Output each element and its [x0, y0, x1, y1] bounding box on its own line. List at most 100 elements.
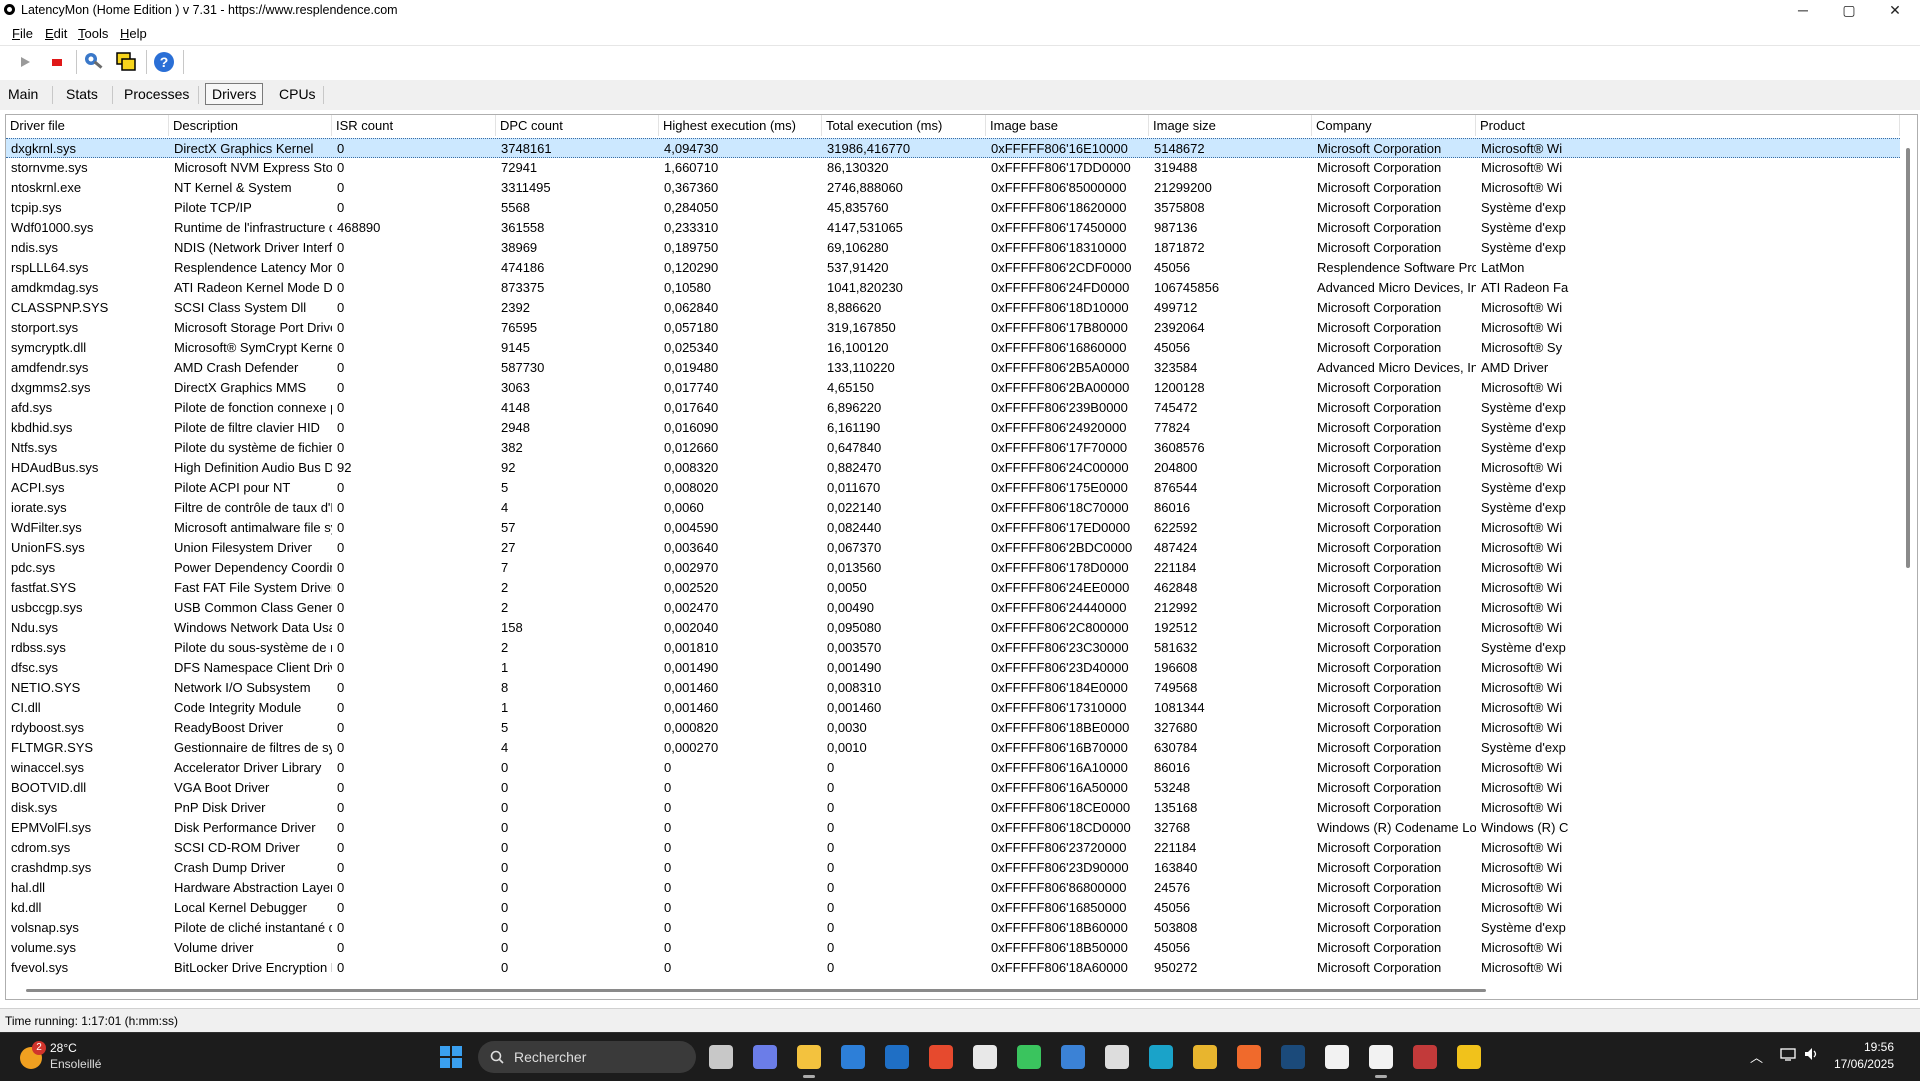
- table-row[interactable]: EPMVolFl.sys Disk Performance Driver 0 0 0 0 0…: [6, 818, 1900, 838]
- menu-help[interactable]: Help: [120, 26, 147, 41]
- table-row[interactable]: Wdf01000.sys Runtime de l'infrastructure …: [6, 218, 1900, 238]
- table-row[interactable]: tcpip.sys Pilote TCP/IP 0 5568 0,284050 45,83…: [6, 198, 1900, 218]
- table-row[interactable]: dfsc.sys DFS Namespace Client Driver 0 1 0,0…: [6, 658, 1900, 678]
- app-x-icon[interactable]: [1457, 1045, 1481, 1069]
- minimize-button[interactable]: ─: [1780, 0, 1826, 22]
- defender-icon[interactable]: [841, 1045, 865, 1069]
- column-header-isr-count[interactable]: ISR count: [332, 115, 496, 136]
- table-row[interactable]: HDAudBus.sys High Definition Audio Bus Dr…: [6, 458, 1900, 478]
- table-body[interactable]: dxgkrnl.sys DirectX Graphics Kernel 0 37481…: [6, 138, 1900, 980]
- column-header-highest-execution[interactable]: Highest execution (ms): [659, 115, 822, 136]
- table-row[interactable]: disk.sys PnP Disk Driver 0 0 0 0 0xFFFFF806'18…: [6, 798, 1900, 818]
- table-row[interactable]: iorate.sys Filtre de contrôle de taux d'E…: [6, 498, 1900, 518]
- table-row[interactable]: BOOTVID.dll VGA Boot Driver 0 0 0 0 0xFFFFF806…: [6, 778, 1900, 798]
- column-header-product[interactable]: Product: [1476, 115, 1900, 136]
- whatsapp-icon[interactable]: [1017, 1045, 1041, 1069]
- column-header-total-execution[interactable]: Total execution (ms): [822, 115, 986, 136]
- table-row[interactable]: usbccgp.sys USB Common Class Generic ... 0…: [6, 598, 1900, 618]
- table-row[interactable]: hal.dll Hardware Abstraction Layer DLL 0 0 0…: [6, 878, 1900, 898]
- table-row[interactable]: FLTMGR.SYS Gestionnaire de filtres de sys…: [6, 738, 1900, 758]
- table-row[interactable]: rdyboost.sys ReadyBoost Driver 0 5 0,000820 0…: [6, 718, 1900, 738]
- clock-date[interactable]: 17/06/2025: [1834, 1057, 1894, 1071]
- table-row[interactable]: winaccel.sys Accelerator Driver Library 0 0…: [6, 758, 1900, 778]
- perplexity-icon[interactable]: [1105, 1045, 1129, 1069]
- firefox-icon[interactable]: [1237, 1045, 1261, 1069]
- horizontal-scrollbar[interactable]: [6, 982, 1900, 999]
- table-row[interactable]: ndis.sys NDIS (Network Driver Interface..…: [6, 238, 1900, 258]
- table-row[interactable]: rdbss.sys Pilote du sous-système de mi...…: [6, 638, 1900, 658]
- table-row[interactable]: NETIO.SYS Network I/O Subsystem 0 8 0,001460…: [6, 678, 1900, 698]
- vertical-scroll-thumb[interactable]: [1906, 148, 1910, 568]
- ms-store-icon[interactable]: [973, 1045, 997, 1069]
- tray-overflow-chevron-icon[interactable]: ︿: [1750, 1047, 1763, 1066]
- tab-cpus[interactable]: CPUs: [277, 84, 318, 104]
- help-button[interactable]: ?: [151, 49, 177, 75]
- table-row[interactable]: pdc.sys Power Dependency Coordinat... 0 7 0,…: [6, 558, 1900, 578]
- menu-file[interactable]: File: [12, 26, 33, 41]
- column-header-company[interactable]: Company: [1312, 115, 1476, 136]
- menu-edit[interactable]: Edit: [45, 26, 67, 41]
- app-red-icon[interactable]: [1413, 1045, 1437, 1069]
- table-row[interactable]: storport.sys Microsoft Storage Port Drive…: [6, 318, 1900, 338]
- column-header-dpc-count[interactable]: DPC count: [496, 115, 659, 136]
- table-row[interactable]: volume.sys Volume driver 0 0 0 0 0xFFFFF806'18…: [6, 938, 1900, 958]
- taskbar-search[interactable]: Rechercher: [478, 1041, 696, 1073]
- column-header-image-base[interactable]: Image base: [986, 115, 1149, 136]
- table-row[interactable]: crashdmp.sys Crash Dump Driver 0 0 0 0 0xFFFFF…: [6, 858, 1900, 878]
- outlook-icon[interactable]: [885, 1045, 909, 1069]
- play-button[interactable]: [12, 49, 38, 75]
- table-row[interactable]: kbdhid.sys Pilote de filtre clavier HID 0 2…: [6, 418, 1900, 438]
- column-header-description[interactable]: Description: [169, 115, 332, 136]
- table-row[interactable]: amdkmdag.sys ATI Radeon Kernel Mode Drive…: [6, 278, 1900, 298]
- table-row[interactable]: ACPI.sys Pilote ACPI pour NT 0 5 0,008020 0,0…: [6, 478, 1900, 498]
- stop-button[interactable]: [44, 49, 70, 75]
- network-icon[interactable]: [1780, 1047, 1796, 1061]
- table-row[interactable]: fastfat.SYS Fast FAT File System Driver 0 2…: [6, 578, 1900, 598]
- column-header-image-size[interactable]: Image size: [1149, 115, 1312, 136]
- table-row[interactable]: ntoskrnl.exe NT Kernel & System 0 3311495 0,…: [6, 178, 1900, 198]
- table-row[interactable]: WdFilter.sys Microsoft antimalware file s…: [6, 518, 1900, 538]
- task-view-icon[interactable]: [709, 1045, 733, 1069]
- volume-icon[interactable]: [1804, 1047, 1820, 1061]
- tab-stats[interactable]: Stats: [64, 84, 100, 104]
- horizontal-scroll-thumb[interactable]: [26, 989, 1486, 992]
- tools-button[interactable]: [81, 49, 107, 75]
- table-row[interactable]: volsnap.sys Pilote de cliché instantané d…: [6, 918, 1900, 938]
- steam-icon[interactable]: [1281, 1045, 1305, 1069]
- clock-icon[interactable]: [1325, 1045, 1349, 1069]
- table-row[interactable]: fvevol.sys BitLocker Drive Encryption Dri…: [6, 958, 1900, 978]
- table-row[interactable]: cdrom.sys SCSI CD-ROM Driver 0 0 0 0 0xFFFFF80…: [6, 838, 1900, 858]
- column-header-driver-file[interactable]: Driver file: [6, 115, 169, 136]
- table-row[interactable]: symcryptk.dll Microsoft® SymCrypt Kernel …: [6, 338, 1900, 358]
- table-row[interactable]: afd.sys Pilote de fonction connexe po... 0…: [6, 398, 1900, 418]
- table-row[interactable]: CLASSPNP.SYS SCSI Class System Dll 0 2392 0,…: [6, 298, 1900, 318]
- chrome-icon[interactable]: [1193, 1045, 1217, 1069]
- vertical-scrollbar[interactable]: [1900, 138, 1917, 980]
- table-row[interactable]: CI.dll Code Integrity Module 0 1 0,001460 0,0…: [6, 698, 1900, 718]
- start-button[interactable]: [440, 1046, 462, 1068]
- copy-windows-button[interactable]: [113, 49, 139, 75]
- table-row[interactable]: stornvme.sys Microsoft NVM Express Storp.…: [6, 158, 1900, 178]
- office-icon[interactable]: [929, 1045, 953, 1069]
- cell-company: Microsoft Corporation: [1317, 320, 1442, 335]
- clock-time[interactable]: 19:56: [1864, 1040, 1894, 1054]
- maximize-button[interactable]: ▢: [1826, 0, 1872, 22]
- tab-main[interactable]: Main: [6, 84, 40, 104]
- table-row[interactable]: rspLLL64.sys Resplendence Latency Monit..…: [6, 258, 1900, 278]
- menu-tools[interactable]: Tools: [78, 26, 108, 41]
- table-row[interactable]: dxgkrnl.sys DirectX Graphics Kernel 0 37481…: [6, 138, 1900, 158]
- calculator-icon[interactable]: [1061, 1045, 1085, 1069]
- table-row[interactable]: Ndu.sys Windows Network Data Usag... 0 158 0…: [6, 618, 1900, 638]
- edge-icon[interactable]: [1149, 1045, 1173, 1069]
- table-row[interactable]: dxgmms2.sys DirectX Graphics MMS 0 3063 0,01…: [6, 378, 1900, 398]
- table-row[interactable]: amdfendr.sys AMD Crash Defender 0 587730 0,0…: [6, 358, 1900, 378]
- tab-processes[interactable]: Processes: [122, 84, 191, 104]
- latencymon-icon[interactable]: [1369, 1045, 1393, 1078]
- table-row[interactable]: UnionFS.sys Union Filesystem Driver 0 27 0,0…: [6, 538, 1900, 558]
- close-button[interactable]: ✕: [1872, 0, 1918, 22]
- tab-drivers[interactable]: Drivers: [205, 83, 264, 105]
- table-row[interactable]: Ntfs.sys Pilote du système de fichiers ..…: [6, 438, 1900, 458]
- table-row[interactable]: kd.dll Local Kernel Debugger 0 0 0 0 0xFFFFF80…: [6, 898, 1900, 918]
- copilot-icon[interactable]: [753, 1045, 777, 1069]
- file-explorer-icon[interactable]: [797, 1045, 821, 1078]
